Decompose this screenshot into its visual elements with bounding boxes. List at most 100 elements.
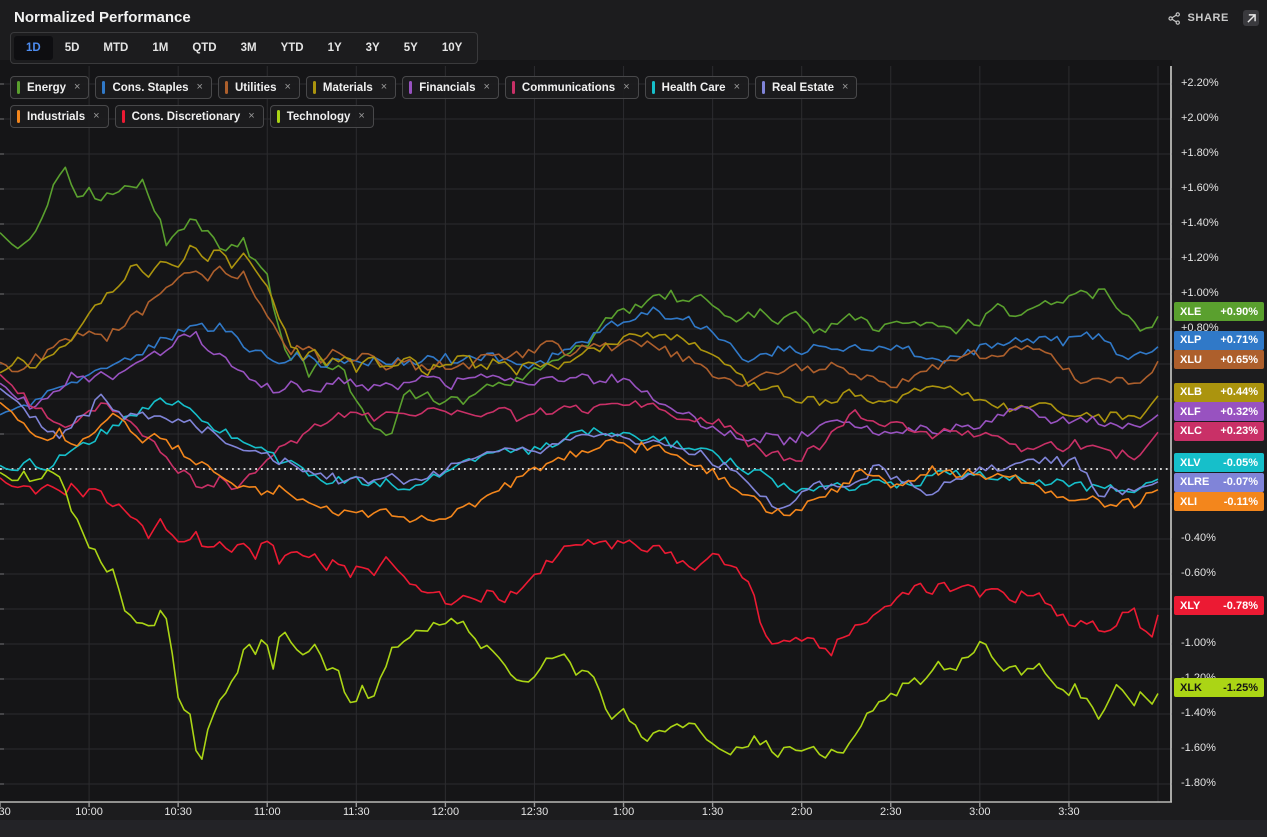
badge-change: -0.05% — [1223, 457, 1258, 469]
badge-change: +0.71% — [1220, 334, 1258, 346]
chip-close-icon[interactable]: × — [842, 82, 848, 93]
x-tick-label: 10:00 — [67, 806, 111, 818]
badge-ticker: XLB — [1180, 386, 1202, 398]
chip-color-bar — [102, 81, 105, 94]
sector-chip-xle[interactable]: Energy × — [10, 76, 89, 99]
last-value-badge-xlv[interactable]: XLV -0.05% — [1174, 453, 1264, 472]
tab-1d[interactable]: 1D — [14, 36, 53, 60]
chip-close-icon[interactable]: × — [248, 111, 254, 122]
sector-chip-xlk[interactable]: Technology× — [270, 105, 374, 128]
performance-line-chart[interactable] — [0, 60, 1172, 820]
chip-label: Cons. Staples — [112, 82, 188, 94]
last-value-badge-xlre[interactable]: XLRE-0.07% — [1174, 473, 1264, 492]
badge-ticker: XLV — [1180, 457, 1201, 469]
last-value-badge-xlp[interactable]: XLP+0.71% — [1174, 331, 1264, 350]
tab-mtd[interactable]: MTD — [91, 36, 140, 60]
last-value-badge-xlu[interactable]: XLU +0.65% — [1174, 350, 1264, 369]
y-tick-label: +2.20% — [1181, 77, 1219, 89]
chip-close-icon[interactable]: × — [284, 82, 290, 93]
x-tick-label: 10:30 — [156, 806, 200, 818]
sector-chip-xlu[interactable]: Utilities × — [218, 76, 300, 99]
x-tick-label: 9:30 — [0, 806, 22, 818]
chip-close-icon[interactable]: × — [623, 82, 629, 93]
last-value-badge-xle[interactable]: XLE +0.90% — [1174, 302, 1264, 321]
y-tick-label: +1.40% — [1181, 217, 1219, 229]
chip-color-bar — [277, 110, 280, 123]
badge-ticker: XLU — [1180, 354, 1202, 366]
sector-chip-xli[interactable]: Industrials × — [10, 105, 109, 128]
tab-5y[interactable]: 5Y — [392, 36, 430, 60]
sector-chip-xlv[interactable]: Health Care× — [645, 76, 749, 99]
tab-3m[interactable]: 3M — [229, 36, 269, 60]
tab-1y[interactable]: 1Y — [316, 36, 354, 60]
chip-close-icon[interactable]: × — [734, 82, 740, 93]
chip-color-bar — [512, 81, 515, 94]
badge-ticker: XLY — [1180, 600, 1200, 612]
page-title: Normalized Performance — [14, 9, 191, 26]
badge-change: +0.65% — [1220, 354, 1258, 366]
last-value-badge-xlf[interactable]: XLF+0.32% — [1174, 402, 1264, 421]
sector-chip-xlb[interactable]: Materials× — [306, 76, 396, 99]
y-tick-label: +1.60% — [1181, 182, 1219, 194]
tab-5d[interactable]: 5D — [53, 36, 92, 60]
x-tick-label: 12:00 — [423, 806, 467, 818]
panel-header: Normalized Performance SHARE — [0, 0, 1267, 32]
x-tick-label: 3:00 — [958, 806, 1002, 818]
chip-color-bar — [122, 110, 125, 123]
tab-1m[interactable]: 1M — [140, 36, 180, 60]
badge-ticker: XLRE — [1180, 476, 1209, 488]
y-tick-label: +1.20% — [1181, 252, 1219, 264]
y-tick-label: -1.40% — [1181, 707, 1216, 719]
y-tick-label: +1.00% — [1181, 287, 1219, 299]
chip-color-bar — [313, 81, 316, 94]
bottom-strip — [0, 820, 1267, 837]
tab-3y[interactable]: 3Y — [354, 36, 392, 60]
sector-chip-xlp[interactable]: Cons. Staples × — [95, 76, 212, 99]
timeframe-tabs: 1D5DMTD1MQTD3MYTD1Y3Y5Y10Y — [10, 32, 478, 64]
last-value-badge-xly[interactable]: XLY-0.78% — [1174, 596, 1264, 615]
badge-ticker: XLE — [1180, 306, 1201, 318]
chip-label: Communications — [522, 82, 615, 94]
chip-label: Utilities — [235, 82, 277, 94]
chip-close-icon[interactable]: × — [381, 82, 387, 93]
chip-label: Energy — [27, 82, 66, 94]
chip-close-icon[interactable]: × — [93, 111, 99, 122]
sector-chip-xlf[interactable]: Financials × — [402, 76, 499, 99]
tab-qtd[interactable]: QTD — [180, 36, 228, 60]
badge-change: +0.23% — [1220, 425, 1258, 437]
tab-ytd[interactable]: YTD — [269, 36, 316, 60]
y-tick-label: -1.80% — [1181, 777, 1216, 789]
last-value-badge-xli[interactable]: XLI-0.11% — [1174, 492, 1264, 511]
chip-label: Cons. Discretionary — [132, 111, 241, 123]
badge-ticker: XLF — [1180, 406, 1201, 418]
chip-close-icon[interactable]: × — [197, 82, 203, 93]
x-tick-label: 11:30 — [334, 806, 378, 818]
sector-chip-xly[interactable]: Cons. Discretionary × — [115, 105, 264, 128]
chip-color-bar — [762, 81, 765, 94]
y-tick-label: -0.40% — [1181, 532, 1216, 544]
tab-10y[interactable]: 10Y — [430, 36, 474, 60]
last-value-badge-xlb[interactable]: XLB+0.44% — [1174, 383, 1264, 402]
x-tick-label: 1:30 — [691, 806, 735, 818]
y-tick-label: -1.00% — [1181, 637, 1216, 649]
sector-chips: Energy×Cons. Staples×Utilities×Materials… — [10, 76, 960, 128]
chip-close-icon[interactable]: × — [358, 111, 364, 122]
x-tick-label: 11:00 — [245, 806, 289, 818]
last-value-badge-xlc[interactable]: XLC+0.23% — [1174, 422, 1264, 441]
chip-label: Financials — [419, 82, 475, 94]
chip-label: Industrials — [27, 111, 85, 123]
sector-chip-xlc[interactable]: Communications × — [505, 76, 639, 99]
chart-area: Energy×Cons. Staples×Utilities×Materials… — [0, 60, 1172, 820]
sector-chip-xlre[interactable]: Real Estate× — [755, 76, 857, 99]
last-value-badge-xlk[interactable]: XLK-1.25% — [1174, 678, 1264, 697]
badge-change: +0.90% — [1220, 306, 1258, 318]
x-axis-labels: 9:3010:0010:3011:0011:3012:0012:301:001:… — [0, 806, 1172, 822]
chip-color-bar — [225, 81, 228, 94]
chip-close-icon[interactable]: × — [483, 82, 489, 93]
x-tick-label: 12:30 — [512, 806, 556, 818]
badge-ticker: XLI — [1180, 496, 1197, 508]
y-tick-label: +1.80% — [1181, 147, 1219, 159]
y-axis-panel: +2.20%+2.00%+1.80%+1.60%+1.40%+1.20%+1.0… — [1172, 0, 1267, 837]
x-tick-label: 2:30 — [869, 806, 913, 818]
chip-close-icon[interactable]: × — [74, 82, 80, 93]
